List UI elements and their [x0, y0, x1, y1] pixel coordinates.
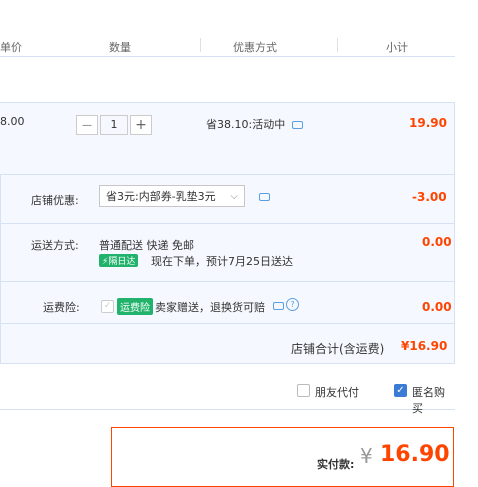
chevron-down-icon: ⌵: [230, 190, 238, 202]
header-divider: [337, 38, 338, 52]
chat-icon[interactable]: [292, 121, 303, 129]
insurance-checkbox[interactable]: ✓: [101, 300, 114, 313]
header-subtotal: 小计: [386, 41, 408, 54]
row-divider: [1, 323, 455, 324]
shop-total-label: 店铺合计(含运费): [291, 342, 385, 356]
payment-label: 实付款:: [317, 458, 355, 471]
quantity-plus-button[interactable]: +: [130, 115, 152, 135]
shipping-method: 普通配送 快递 免邮: [99, 239, 194, 252]
header-divider: [200, 38, 201, 52]
shipping-amount: 0.00: [422, 235, 452, 249]
anonymous-label[interactable]: 匿名购买: [412, 384, 455, 416]
item-subtotal: 19.90: [409, 116, 447, 130]
chat-icon[interactable]: [273, 302, 284, 310]
payment-box: 实付款: ¥ 16.90: [111, 427, 454, 487]
shipping-note: 现在下单，预计7月25日送达: [151, 255, 293, 268]
anonymous-checkbox[interactable]: ✓: [394, 384, 407, 397]
quantity-minus-button[interactable]: —: [76, 115, 98, 135]
insurance-label: 运费险:: [43, 301, 80, 314]
row-divider: [1, 281, 455, 282]
item-unit-price: 8.00: [0, 115, 25, 128]
payment-amount: 16.90: [380, 442, 450, 467]
shipping-label: 运送方式:: [31, 239, 79, 252]
order-flags-row: 朋友代付 ✓ 匿名购买: [0, 364, 455, 415]
table-header: 单价 数量 优惠方式 小计: [0, 36, 478, 56]
payment-currency: ¥: [360, 444, 373, 468]
row-divider: [1, 223, 455, 224]
order-options-block: 店铺优惠: 省3元:内部券-乳垫3元 ⌵ -3.00 运送方式: 普通配送 快递…: [0, 174, 455, 364]
item-row: 8.00 — 1 + 省38.10:活动中 19.90: [0, 102, 455, 174]
header-unit-price: 单价: [0, 41, 22, 54]
shop-total-amount: ¥16.90: [401, 339, 448, 353]
quantity-input[interactable]: 1: [100, 115, 128, 135]
chat-icon[interactable]: [259, 193, 270, 201]
header-underline: [0, 56, 455, 57]
header-discount-method: 优惠方式: [233, 41, 277, 54]
next-day-badge: ⚡隔日达: [99, 254, 139, 267]
insurance-amount: 0.00: [422, 300, 452, 314]
friend-pay-label[interactable]: 朋友代付: [315, 384, 359, 400]
header-quantity: 数量: [109, 41, 131, 54]
insurance-text: 卖家赠送，退换货可赔: [155, 301, 265, 314]
shop-discount-selected: 省3元:内部券-乳垫3元: [106, 190, 216, 203]
quantity-stepper: — 1 +: [76, 115, 152, 135]
shop-discount-amount: -3.00: [412, 190, 447, 204]
help-icon[interactable]: ?: [286, 298, 299, 311]
item-discount: 省38.10:活动中: [206, 118, 286, 131]
friend-pay-checkbox[interactable]: [297, 384, 310, 397]
insurance-badge: 运费险: [117, 298, 153, 315]
shop-discount-label: 店铺优惠:: [31, 194, 79, 207]
shop-discount-select[interactable]: 省3元:内部券-乳垫3元 ⌵: [99, 185, 245, 207]
